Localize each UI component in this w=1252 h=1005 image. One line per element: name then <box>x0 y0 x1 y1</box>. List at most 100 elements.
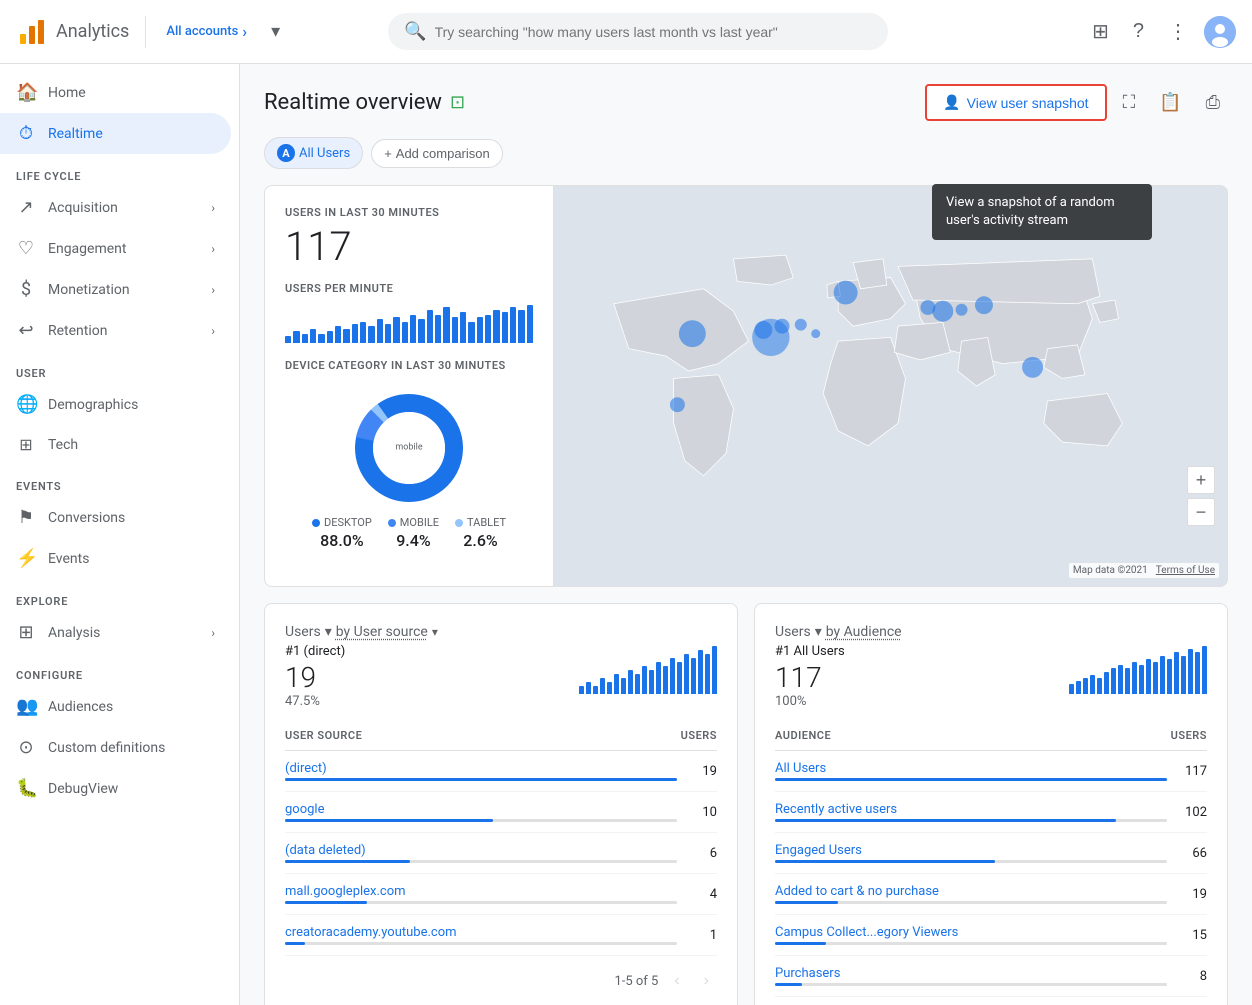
row-users: 1 <box>677 928 717 943</box>
donut-center-label: mobile <box>395 443 422 454</box>
audience-link[interactable]: Purchasers <box>775 966 840 981</box>
sidebar-item-engagement[interactable]: ♡ Engagement › <box>0 228 231 269</box>
sidebar-item-debugview[interactable]: 🐛 DebugView <box>0 768 231 809</box>
tablet-legend: TABLET 2.6% <box>455 516 506 550</box>
table-row: Engaged Users 66 <box>775 833 1207 874</box>
account-dropdown-button[interactable]: ▾ <box>267 17 284 46</box>
users-per-minute-chart <box>285 303 533 343</box>
source-link[interactable]: google <box>285 802 324 817</box>
add-icon: + <box>384 146 392 161</box>
sidebar-item-conversions[interactable]: ⚑ Conversions <box>0 497 231 538</box>
source-link[interactable]: creatoracademy.youtube.com <box>285 925 457 940</box>
mobile-value: 9.4% <box>396 531 430 550</box>
audience-link[interactable]: Recently active users <box>775 802 897 817</box>
mobile-legend: MOBILE 9.4% <box>388 516 439 550</box>
audience-link[interactable]: Campus Collect...egory Viewers <box>775 925 958 940</box>
audience-link[interactable]: Engaged Users <box>775 843 862 858</box>
audience-link[interactable]: Added to cart & no purchase <box>775 884 939 899</box>
share-button[interactable]: ⎙ <box>1198 84 1228 121</box>
account-nav[interactable]: All accounts › <box>158 22 255 41</box>
audience-title: Users <box>775 624 811 640</box>
search-input[interactable] <box>435 24 873 40</box>
sidebar-analysis-label: Analysis <box>48 625 100 641</box>
audience-link[interactable]: All Users <box>775 761 826 776</box>
desktop-legend: DESKTOP 88.0% <box>312 516 372 550</box>
user-source-card: Users ▾ by User source ▾ #1 (direct) 19 … <box>264 603 738 1005</box>
add-comparison-button[interactable]: + Add comparison <box>371 139 503 168</box>
view-snapshot-button[interactable]: 👤 View user snapshot <box>925 84 1106 121</box>
row-source: (data deleted) <box>285 843 677 863</box>
conversions-icon: ⚑ <box>16 507 36 528</box>
save-button[interactable]: 📋 <box>1151 84 1189 121</box>
map-attribution: Map data ©2021 Terms of Use <box>1069 563 1219 578</box>
help-icon-button[interactable]: ? <box>1125 12 1152 51</box>
analysis-icon: ⊞ <box>16 622 36 643</box>
monetization-icon: $ <box>16 279 36 300</box>
source-link[interactable]: (direct) <box>285 761 327 776</box>
users-dropdown-icon: ▾ <box>325 624 332 640</box>
audience-col1-header: AUDIENCE <box>775 729 831 742</box>
row-source: creatoracademy.youtube.com <box>285 925 677 945</box>
fullscreen-button[interactable]: ⛶ <box>1115 84 1144 121</box>
page-title: Realtime overview ⊡ <box>264 90 465 115</box>
sidebar-audiences-label: Audiences <box>48 699 113 715</box>
user-source-footer: 1-5 of 5 ‹ › <box>285 956 717 994</box>
row-audience: Engaged Users <box>775 843 1167 863</box>
user-source-next-button[interactable]: › <box>696 968 717 994</box>
audience-table: All Users 117 Recently active users 102 … <box>775 751 1207 997</box>
sidebar-item-demographics[interactable]: 🌐 Demographics <box>0 384 231 425</box>
sidebar-item-audiences[interactable]: 👥 Audiences <box>0 686 231 727</box>
sidebar-item-custom-definitions[interactable]: ⊙ Custom definitions <box>0 727 231 768</box>
tablet-value: 2.6% <box>463 531 497 550</box>
audience-subtitle: by Audience <box>826 624 902 640</box>
external-link-icon: ⊡ <box>450 92 465 113</box>
source-link[interactable]: (data deleted) <box>285 843 366 858</box>
audience-value: 117 <box>775 661 845 694</box>
zoom-out-button[interactable]: − <box>1187 498 1215 526</box>
source-link[interactable]: mall.googleplex.com <box>285 884 406 899</box>
table-row: (data deleted) 6 <box>285 833 717 874</box>
audience-rank: #1 All Users <box>775 644 845 659</box>
sidebar-monetization-label: Monetization <box>48 282 130 298</box>
retention-icon: ↩ <box>16 320 36 341</box>
row-source: (direct) <box>285 761 677 781</box>
engagement-expand-icon: › <box>211 242 215 256</box>
row-users: 4 <box>677 887 717 902</box>
sidebar-events-label: Events <box>48 551 89 567</box>
row-audience: Purchasers <box>775 966 1167 986</box>
table-row: All Users 117 <box>775 751 1207 792</box>
explore-section-label: EXPLORE <box>0 579 239 612</box>
custom-definitions-icon: ⊙ <box>16 737 36 758</box>
audience-users-dropdown: ▾ <box>815 624 822 640</box>
audience-footer: 1-6 of 8 ‹ › <box>775 997 1207 1005</box>
sidebar-item-retention[interactable]: ↩ Retention › <box>0 310 231 351</box>
demographics-icon: 🌐 <box>16 394 36 415</box>
tablet-dot <box>455 519 463 527</box>
table-row: Recently active users 102 <box>775 792 1207 833</box>
col2-header: USERS <box>681 729 717 742</box>
all-users-chip[interactable]: A All Users <box>264 137 363 169</box>
device-label: DEVICE CATEGORY IN LAST 30 MINUTES <box>285 359 533 372</box>
row-users: 10 <box>677 805 717 820</box>
search-bar[interactable]: 🔍 <box>388 13 888 50</box>
user-source-pagination: 1-5 of 5 <box>614 974 658 989</box>
top-section: USERS IN LAST 30 MINUTES 117 USERS PER M… <box>240 185 1252 587</box>
sidebar-item-home[interactable]: 🏠 Home <box>0 72 231 113</box>
zoom-in-button[interactable]: + <box>1187 466 1215 494</box>
table-row: mall.googleplex.com 4 <box>285 874 717 915</box>
sidebar-item-realtime[interactable]: ⏱ Realtime <box>0 113 231 154</box>
sidebar-item-events[interactable]: ⚡ Events <box>0 538 231 579</box>
desktop-value: 88.0% <box>320 531 364 550</box>
user-source-rank: #1 (direct) <box>285 644 345 659</box>
user-source-prev-button[interactable]: ‹ <box>666 968 687 994</box>
sidebar-realtime-label: Realtime <box>48 126 103 142</box>
apps-icon-button[interactable]: ⊞ <box>1084 11 1117 52</box>
more-options-button[interactable]: ⋮ <box>1160 11 1196 52</box>
sidebar-item-analysis[interactable]: ⊞ Analysis › <box>0 612 231 653</box>
sidebar-item-tech[interactable]: ⊞ Tech <box>0 425 231 464</box>
avatar[interactable] <box>1204 16 1236 48</box>
sidebar-item-acquisition[interactable]: ↗ Acquisition › <box>0 187 231 228</box>
user-source-pct: 47.5% <box>285 694 345 709</box>
sidebar-item-monetization[interactable]: $ Monetization › <box>0 269 231 310</box>
snapshot-person-icon: 👤 <box>943 94 960 111</box>
